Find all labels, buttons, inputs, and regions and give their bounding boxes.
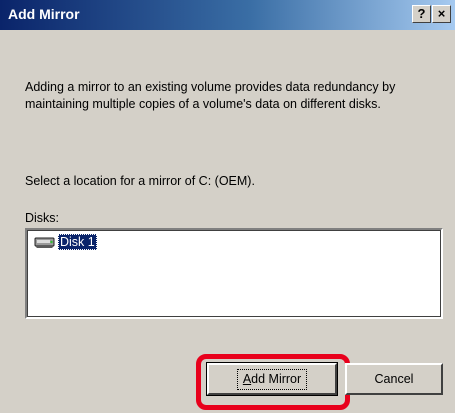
select-location-prompt: Select a location for a mirror of C: (OE… [25,174,255,188]
add-mirror-dialog: Add Mirror ? × Adding a mirror to an exi… [0,0,455,413]
disks-listbox[interactable]: Disk 1 [25,228,443,319]
help-button[interactable]: ? [412,5,431,23]
cancel-button[interactable]: Cancel [345,363,443,395]
disk-drive-icon [34,235,56,249]
disks-label: Disks: [25,210,59,227]
close-button[interactable]: × [432,5,451,23]
description-text: Adding a mirror to an existing volume pr… [25,80,396,111]
title-bar[interactable]: Add Mirror ? × [0,0,455,30]
add-mirror-button-label: Add Mirror [236,369,308,390]
disks-label-text: Disks: [25,211,60,225]
disk-1-label: Disk 1 [58,234,97,250]
add-mirror-button[interactable]: Add Mirror [206,362,338,396]
dialog-title: Add Mirror [8,6,80,22]
list-item[interactable]: Disk 1 [34,234,97,250]
